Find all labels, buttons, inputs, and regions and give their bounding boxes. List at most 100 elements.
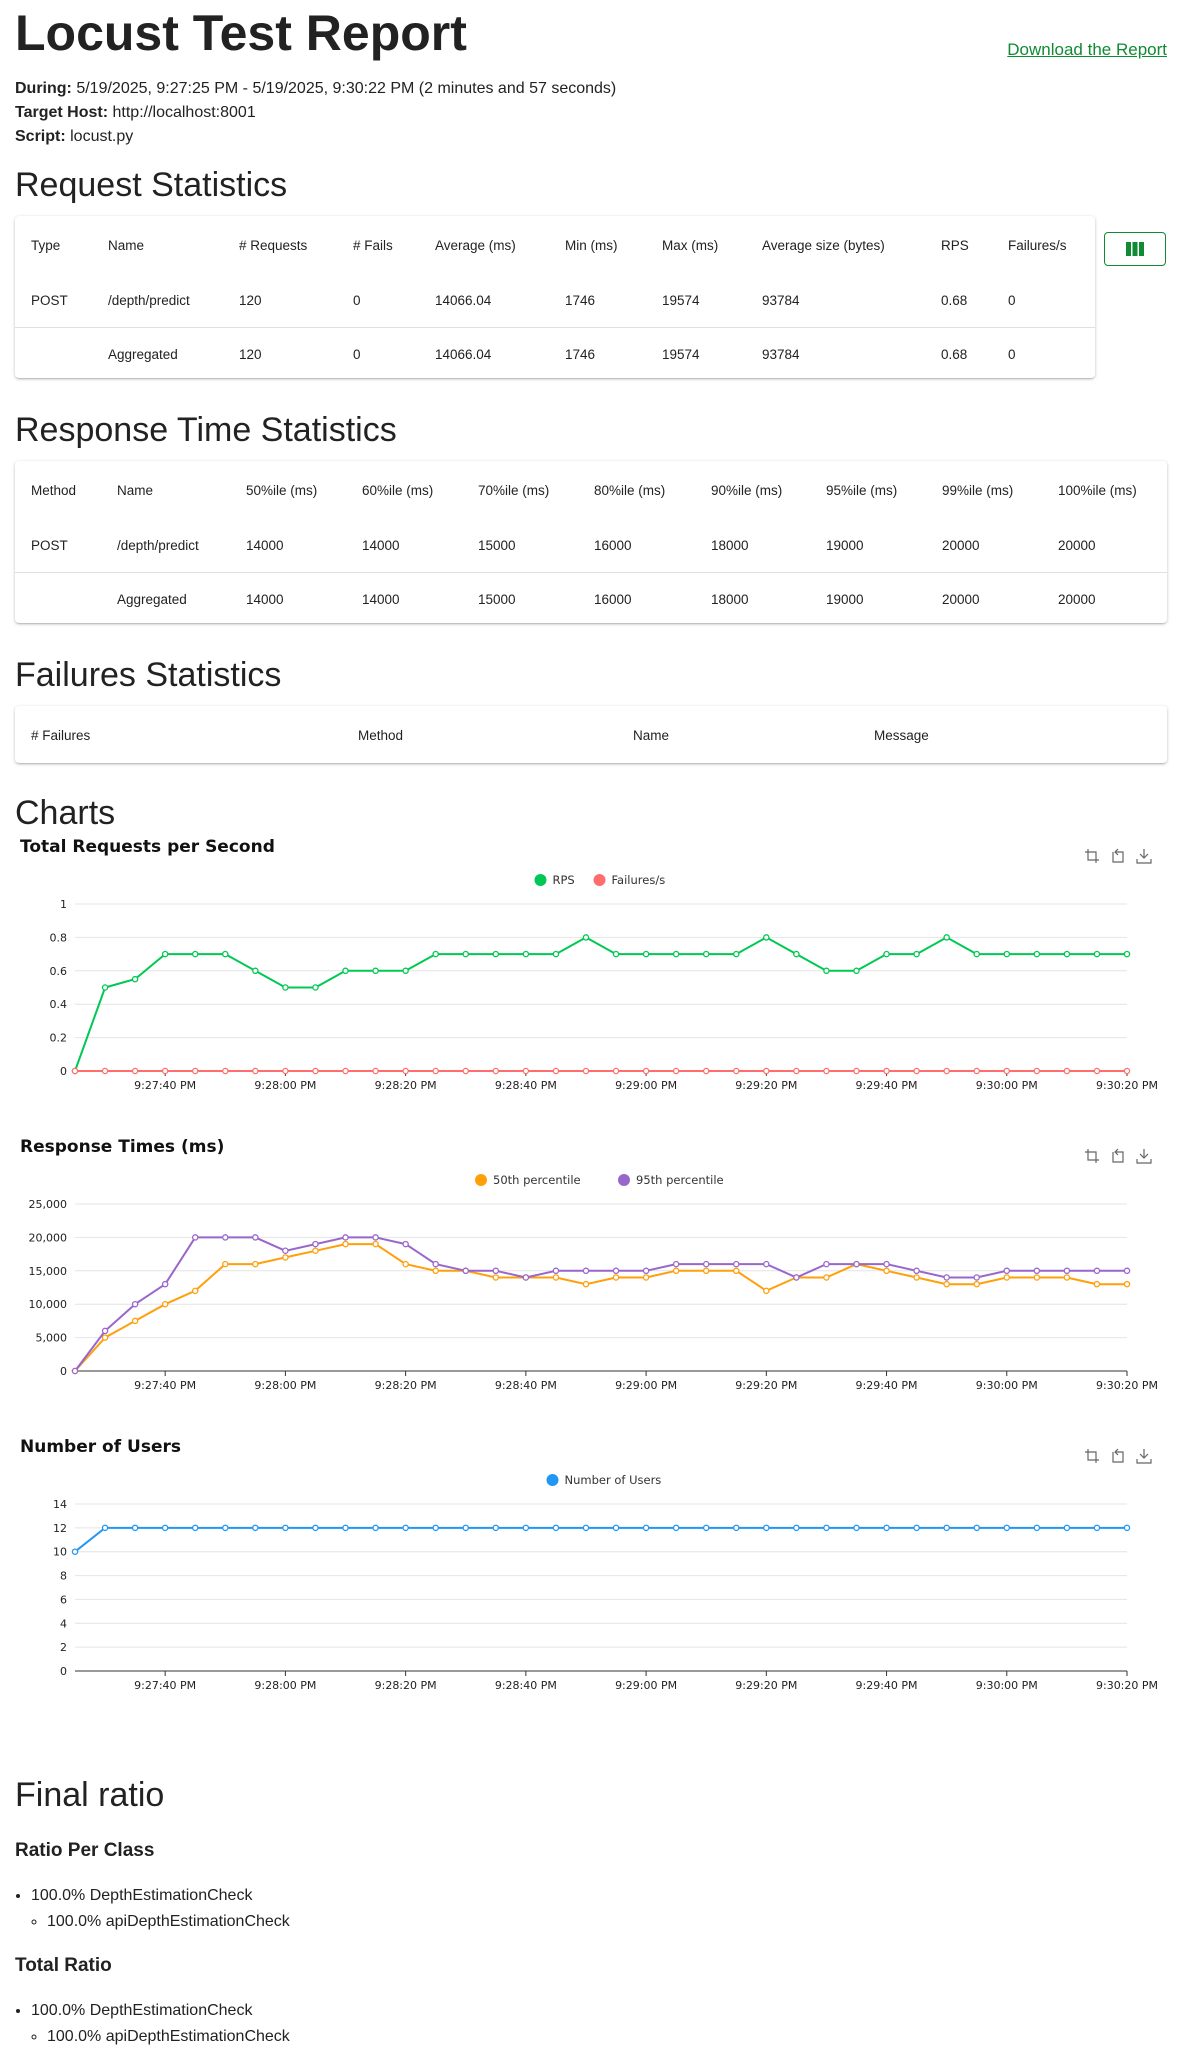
data-point[interactable] (282, 1254, 289, 1261)
data-point[interactable] (372, 1524, 379, 1532)
data-point[interactable] (793, 950, 800, 958)
data-point[interactable] (793, 1524, 800, 1532)
data-point[interactable] (763, 934, 770, 941)
data-point[interactable] (492, 1067, 500, 1075)
data-point[interactable] (582, 1524, 590, 1532)
data-point[interactable] (462, 1524, 469, 1532)
data-point[interactable] (883, 1067, 890, 1075)
data-point[interactable] (672, 1267, 680, 1275)
data-point[interactable] (191, 1287, 199, 1295)
data-point[interactable] (71, 1367, 79, 1375)
data-point[interactable] (612, 1524, 620, 1532)
column-header[interactable]: 100%ile (ms) (1042, 461, 1167, 519)
data-point[interactable] (943, 934, 950, 941)
data-point[interactable] (763, 1287, 770, 1295)
data-point[interactable] (883, 1267, 890, 1275)
column-header[interactable]: 90%ile (ms) (695, 461, 810, 519)
data-point[interactable] (161, 1067, 169, 1075)
data-point[interactable] (913, 1524, 920, 1532)
data-point[interactable] (883, 950, 890, 958)
data-point[interactable] (642, 1267, 650, 1275)
data-point[interactable] (222, 1067, 229, 1075)
data-point[interactable] (492, 1524, 500, 1532)
data-point[interactable] (552, 1267, 560, 1275)
data-point[interactable] (101, 1327, 109, 1335)
data-point[interactable] (702, 1067, 710, 1075)
data-point[interactable] (1093, 1067, 1101, 1075)
data-point[interactable] (492, 1267, 500, 1275)
data-point[interactable] (131, 975, 139, 983)
data-point[interactable] (823, 967, 830, 975)
data-point[interactable] (943, 1280, 950, 1288)
data-point[interactable] (823, 1524, 830, 1532)
legend-label[interactable]: RPS (553, 873, 575, 887)
data-point[interactable] (402, 967, 409, 975)
data-point[interactable] (432, 1267, 439, 1275)
data-point[interactable] (1063, 1274, 1071, 1281)
data-point[interactable] (1063, 1524, 1071, 1532)
data-point[interactable] (612, 1067, 620, 1075)
data-point[interactable] (372, 967, 379, 975)
data-point[interactable] (943, 1524, 950, 1532)
data-point[interactable] (1123, 1280, 1131, 1288)
data-point[interactable] (1093, 950, 1101, 958)
data-point[interactable] (402, 1067, 409, 1075)
column-header[interactable]: Average (ms) (419, 216, 549, 274)
data-point[interactable] (432, 1524, 439, 1532)
data-point[interactable] (252, 1067, 259, 1075)
data-point[interactable] (642, 950, 650, 958)
data-point[interactable] (161, 1524, 169, 1532)
data-point[interactable] (853, 967, 860, 975)
legend-marker[interactable] (534, 874, 547, 886)
data-point[interactable] (101, 1067, 109, 1075)
data-point[interactable] (973, 1067, 980, 1075)
data-point[interactable] (462, 1067, 469, 1075)
data-point[interactable] (1003, 1524, 1011, 1532)
column-header[interactable]: 60%ile (ms) (346, 461, 462, 519)
legend-label[interactable]: Number of Users (565, 1473, 662, 1487)
data-point[interactable] (101, 984, 109, 991)
data-point[interactable] (823, 1274, 830, 1281)
data-point[interactable] (191, 1234, 199, 1241)
data-point[interactable] (522, 950, 530, 958)
data-point[interactable] (1093, 1267, 1101, 1275)
column-header[interactable]: Max (ms) (646, 216, 746, 274)
data-point[interactable] (642, 1067, 650, 1075)
data-point[interactable] (492, 1274, 500, 1281)
legend-marker[interactable] (593, 874, 606, 886)
data-point[interactable] (312, 1247, 319, 1255)
data-point[interactable] (702, 1524, 710, 1532)
legend-label[interactable]: 95th percentile (636, 1173, 724, 1187)
data-point[interactable] (1033, 1067, 1041, 1075)
column-header[interactable]: Min (ms) (549, 216, 646, 274)
data-point[interactable] (342, 967, 349, 975)
data-point[interactable] (853, 1524, 860, 1532)
data-point[interactable] (252, 1234, 259, 1241)
data-point[interactable] (312, 1240, 319, 1248)
column-header[interactable]: Failures/s (992, 216, 1095, 274)
data-point[interactable] (733, 1067, 740, 1075)
data-point[interactable] (1093, 1524, 1101, 1532)
data-point[interactable] (312, 984, 319, 991)
data-point[interactable] (342, 1524, 349, 1532)
column-header[interactable]: # Requests (223, 216, 337, 274)
data-point[interactable] (1003, 1274, 1011, 1281)
data-point[interactable] (252, 1260, 259, 1268)
data-point[interactable] (402, 1260, 409, 1268)
data-point[interactable] (1063, 1067, 1071, 1075)
column-header[interactable]: Message (858, 706, 1167, 764)
data-point[interactable] (702, 1260, 710, 1268)
data-point[interactable] (131, 1524, 139, 1532)
data-point[interactable] (1123, 1267, 1131, 1275)
data-point[interactable] (943, 1274, 950, 1281)
data-point[interactable] (161, 1280, 169, 1288)
column-header[interactable]: Method (15, 461, 101, 519)
data-point[interactable] (552, 1067, 560, 1075)
data-point[interactable] (733, 1260, 740, 1268)
data-point[interactable] (1123, 1067, 1131, 1075)
column-header[interactable]: Method (342, 706, 617, 764)
data-point[interactable] (252, 967, 259, 975)
data-point[interactable] (101, 1334, 109, 1341)
data-point[interactable] (1003, 950, 1011, 958)
data-point[interactable] (913, 950, 920, 958)
